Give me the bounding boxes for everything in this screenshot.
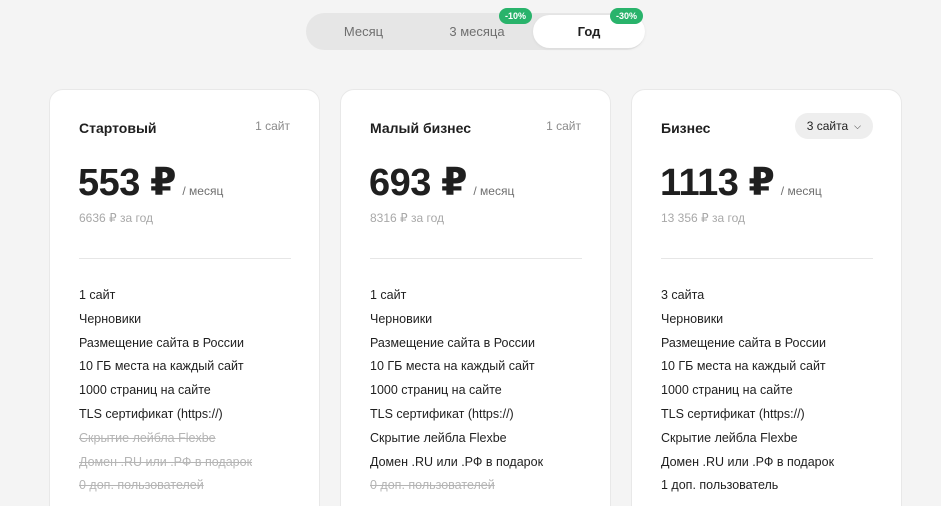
yearly-total: 6636 ₽ за год — [79, 211, 154, 225]
price-amount: 1113 ₽ — [660, 162, 775, 204]
feature-list: 1 сайт Черновики Размещение сайта в России… — [370, 288, 543, 502]
price-period: / месяц — [473, 184, 515, 198]
feature-item: 1000 страниц на сайте — [79, 383, 211, 398]
feature-item: 1 сайт — [79, 288, 116, 302]
plan-name: Малый бизнес — [370, 120, 472, 136]
price-amount: 693 ₽ — [369, 162, 467, 204]
yearly-total: 13 356 ₽ за год — [661, 211, 746, 225]
price-amount: 553 ₽ — [78, 162, 176, 204]
feature-item: Черновики — [79, 311, 142, 326]
plan-sites-count: 1 сайт — [255, 119, 290, 133]
yearly-total: 8316 ₽ за год — [370, 211, 445, 225]
feature-item: Скрытие лейбла Flexbe — [370, 430, 507, 445]
feature-item: Размещение сайта в России — [661, 335, 826, 350]
feature-item: 3 сайта — [661, 288, 705, 302]
sites-count-dropdown-label: 3 сайта — [806, 119, 849, 133]
plan-sites-count: 1 сайт — [546, 119, 581, 133]
divider — [661, 258, 873, 259]
plan-price: 1113 ₽ / месяц — [660, 160, 822, 205]
feature-item: Скрытие лейбла Flexbe — [661, 430, 798, 445]
plan-card-small-business: Малый бизнес 1 сайт 693 ₽ / месяц 8316 ₽… — [340, 89, 611, 506]
period-option-month[interactable]: Месяц — [306, 13, 421, 50]
plan-price: 693 ₽ / месяц — [369, 160, 514, 205]
feature-item: Домен .RU или .РФ в подарок — [370, 454, 544, 469]
feature-item: 1 сайт — [370, 288, 407, 302]
plan-name: Стартовый — [79, 120, 157, 136]
feature-item: 1000 страниц на сайте — [661, 383, 793, 398]
feature-item: Скрытие лейбла Flexbe — [79, 430, 216, 445]
feature-item: Домен .RU или .РФ в подарок — [661, 454, 835, 469]
sites-count-dropdown[interactable]: 3 сайта ⌵ — [794, 113, 873, 139]
divider — [79, 258, 291, 259]
feature-item: 10 ГБ места на каждый сайт — [79, 359, 244, 374]
billing-period-switcher: Месяц 3 месяца Год — [306, 13, 645, 50]
feature-item: 10 ГБ места на каждый сайт — [661, 359, 826, 374]
feature-item: TLS сертификат (https://) — [370, 406, 514, 421]
feature-item: TLS сертификат (https://) — [661, 406, 805, 421]
plan-card-business: Бизнес 3 сайта ⌵ 1113 ₽ / месяц 13 356 ₽ … — [631, 89, 902, 506]
feature-list: 3 сайта Черновики Размещение сайта в Росси… — [661, 288, 834, 502]
discount-badge-year: -30% — [610, 8, 644, 24]
price-period: / месяц — [182, 184, 224, 198]
feature-item: Размещение сайта в России — [370, 335, 535, 350]
plan-price: 553 ₽ / месяц — [78, 160, 223, 205]
feature-item: TLS сертификат (https://) — [79, 406, 223, 421]
chevron-down-icon: ⌵ — [854, 121, 861, 131]
discount-badge-3-months: -10% — [499, 8, 533, 24]
feature-item: Размещение сайта в России — [79, 335, 244, 350]
feature-item: Черновики — [370, 311, 433, 326]
divider — [370, 258, 582, 259]
feature-item: 0 доп. пользователей — [370, 478, 495, 493]
feature-item: 1 доп. пользователь — [661, 478, 779, 493]
feature-list: 1 сайт Черновики Размещение сайта в России… — [79, 288, 252, 502]
feature-item: Домен .RU или .РФ в подарок — [79, 454, 253, 469]
feature-item: 10 ГБ места на каждый сайт — [370, 359, 535, 374]
price-period: / месяц — [780, 184, 822, 198]
feature-item: Черновики — [661, 311, 724, 326]
feature-item: 0 доп. пользователей — [79, 478, 204, 493]
plan-card-starter: Стартовый 1 сайт 553 ₽ / месяц 6636 ₽ за… — [49, 89, 320, 506]
feature-item: 1000 страниц на сайте — [370, 383, 502, 398]
plan-name: Бизнес — [661, 120, 711, 136]
